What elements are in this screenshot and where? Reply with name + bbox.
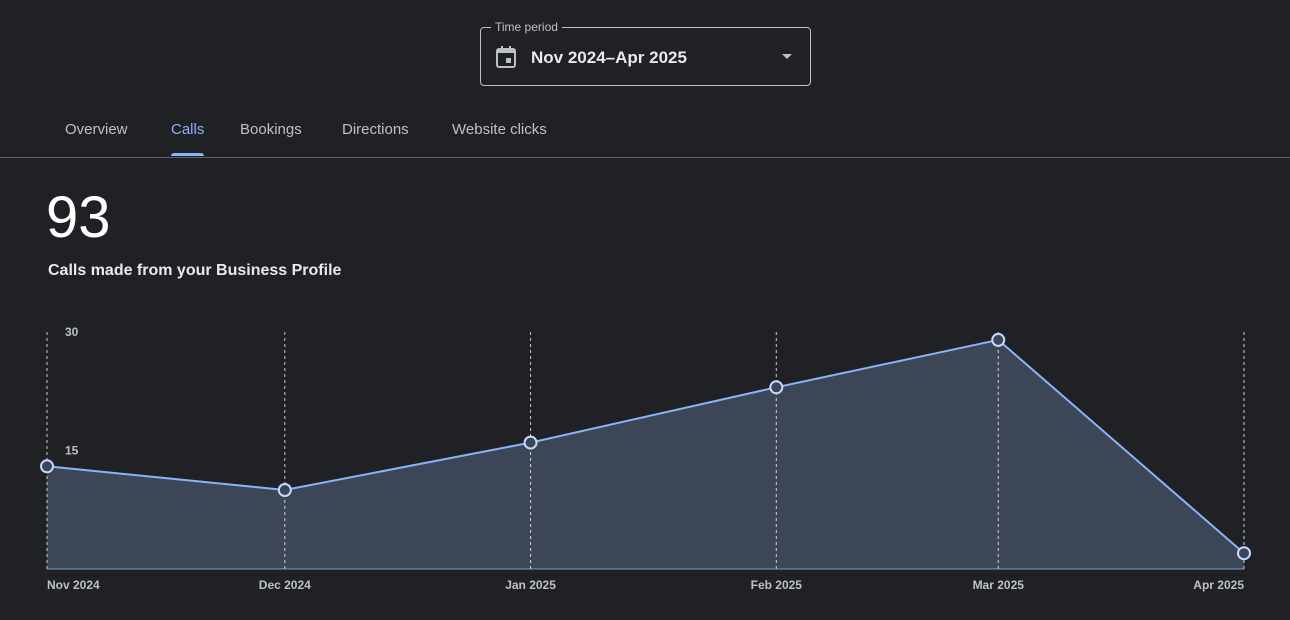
tab-bookings[interactable]: Bookings xyxy=(240,120,302,156)
tab-bookings-label: Bookings xyxy=(240,121,302,138)
x-tick-label-jan-2025: Jan 2025 xyxy=(505,578,556,592)
x-tick-label-dec-2024: Dec 2024 xyxy=(259,578,311,592)
data-point-feb-2025[interactable] xyxy=(769,380,784,395)
x-tick-label-nov-2024: Nov 2024 xyxy=(47,578,100,592)
time-period-label: Time period xyxy=(491,19,562,35)
page: Time period Nov 2024–Apr 2025 Overview C… xyxy=(0,0,1290,620)
tab-overview[interactable]: Overview xyxy=(65,120,128,156)
x-tick-label-mar-2025: Mar 2025 xyxy=(973,578,1025,592)
tab-directions-label: Directions xyxy=(342,121,409,138)
data-point-mar-2025[interactable] xyxy=(991,332,1006,347)
total-calls-value: 93 xyxy=(46,185,111,250)
tab-website-clicks[interactable]: Website clicks xyxy=(452,120,547,156)
tab-directions[interactable]: Directions xyxy=(342,120,409,156)
y-tick-label-30: 30 xyxy=(65,325,79,339)
tab-calls-label: Calls xyxy=(171,121,205,138)
x-tick-label-apr-2025: Apr 2025 xyxy=(1193,578,1244,592)
series-line xyxy=(46,338,1245,554)
data-point-dec-2024[interactable] xyxy=(277,483,292,497)
area-fill xyxy=(47,339,1244,569)
tab-website-clicks-label: Website clicks xyxy=(452,121,547,138)
data-point-jan-2025[interactable] xyxy=(523,435,538,450)
total-calls-caption: Calls made from your Business Profile xyxy=(48,262,342,279)
calls-area-chart: 15 30 Nov 2024 Dec 2024 Jan 2025 Feb 2025 Mar … xyxy=(40,325,1251,592)
tab-calls[interactable]: Calls xyxy=(171,120,205,156)
tab-bar: Overview Calls Bookings Directions Websi… xyxy=(0,108,1290,158)
time-period-value: Nov 2024–Apr 2025 xyxy=(531,48,687,67)
chevron-down-icon[interactable] xyxy=(782,54,792,59)
tab-overview-label: Overview xyxy=(65,121,128,138)
y-tick-label-15: 15 xyxy=(65,444,79,458)
x-tick-label-feb-2025: Feb 2025 xyxy=(751,578,803,592)
calendar-icon xyxy=(496,46,516,68)
data-point-nov-2024[interactable] xyxy=(40,459,54,474)
active-tab-indicator xyxy=(171,153,205,156)
time-period-select[interactable]: Time period Nov 2024–Apr 2025 xyxy=(480,19,811,86)
data-point-apr-2025[interactable] xyxy=(1237,546,1251,561)
